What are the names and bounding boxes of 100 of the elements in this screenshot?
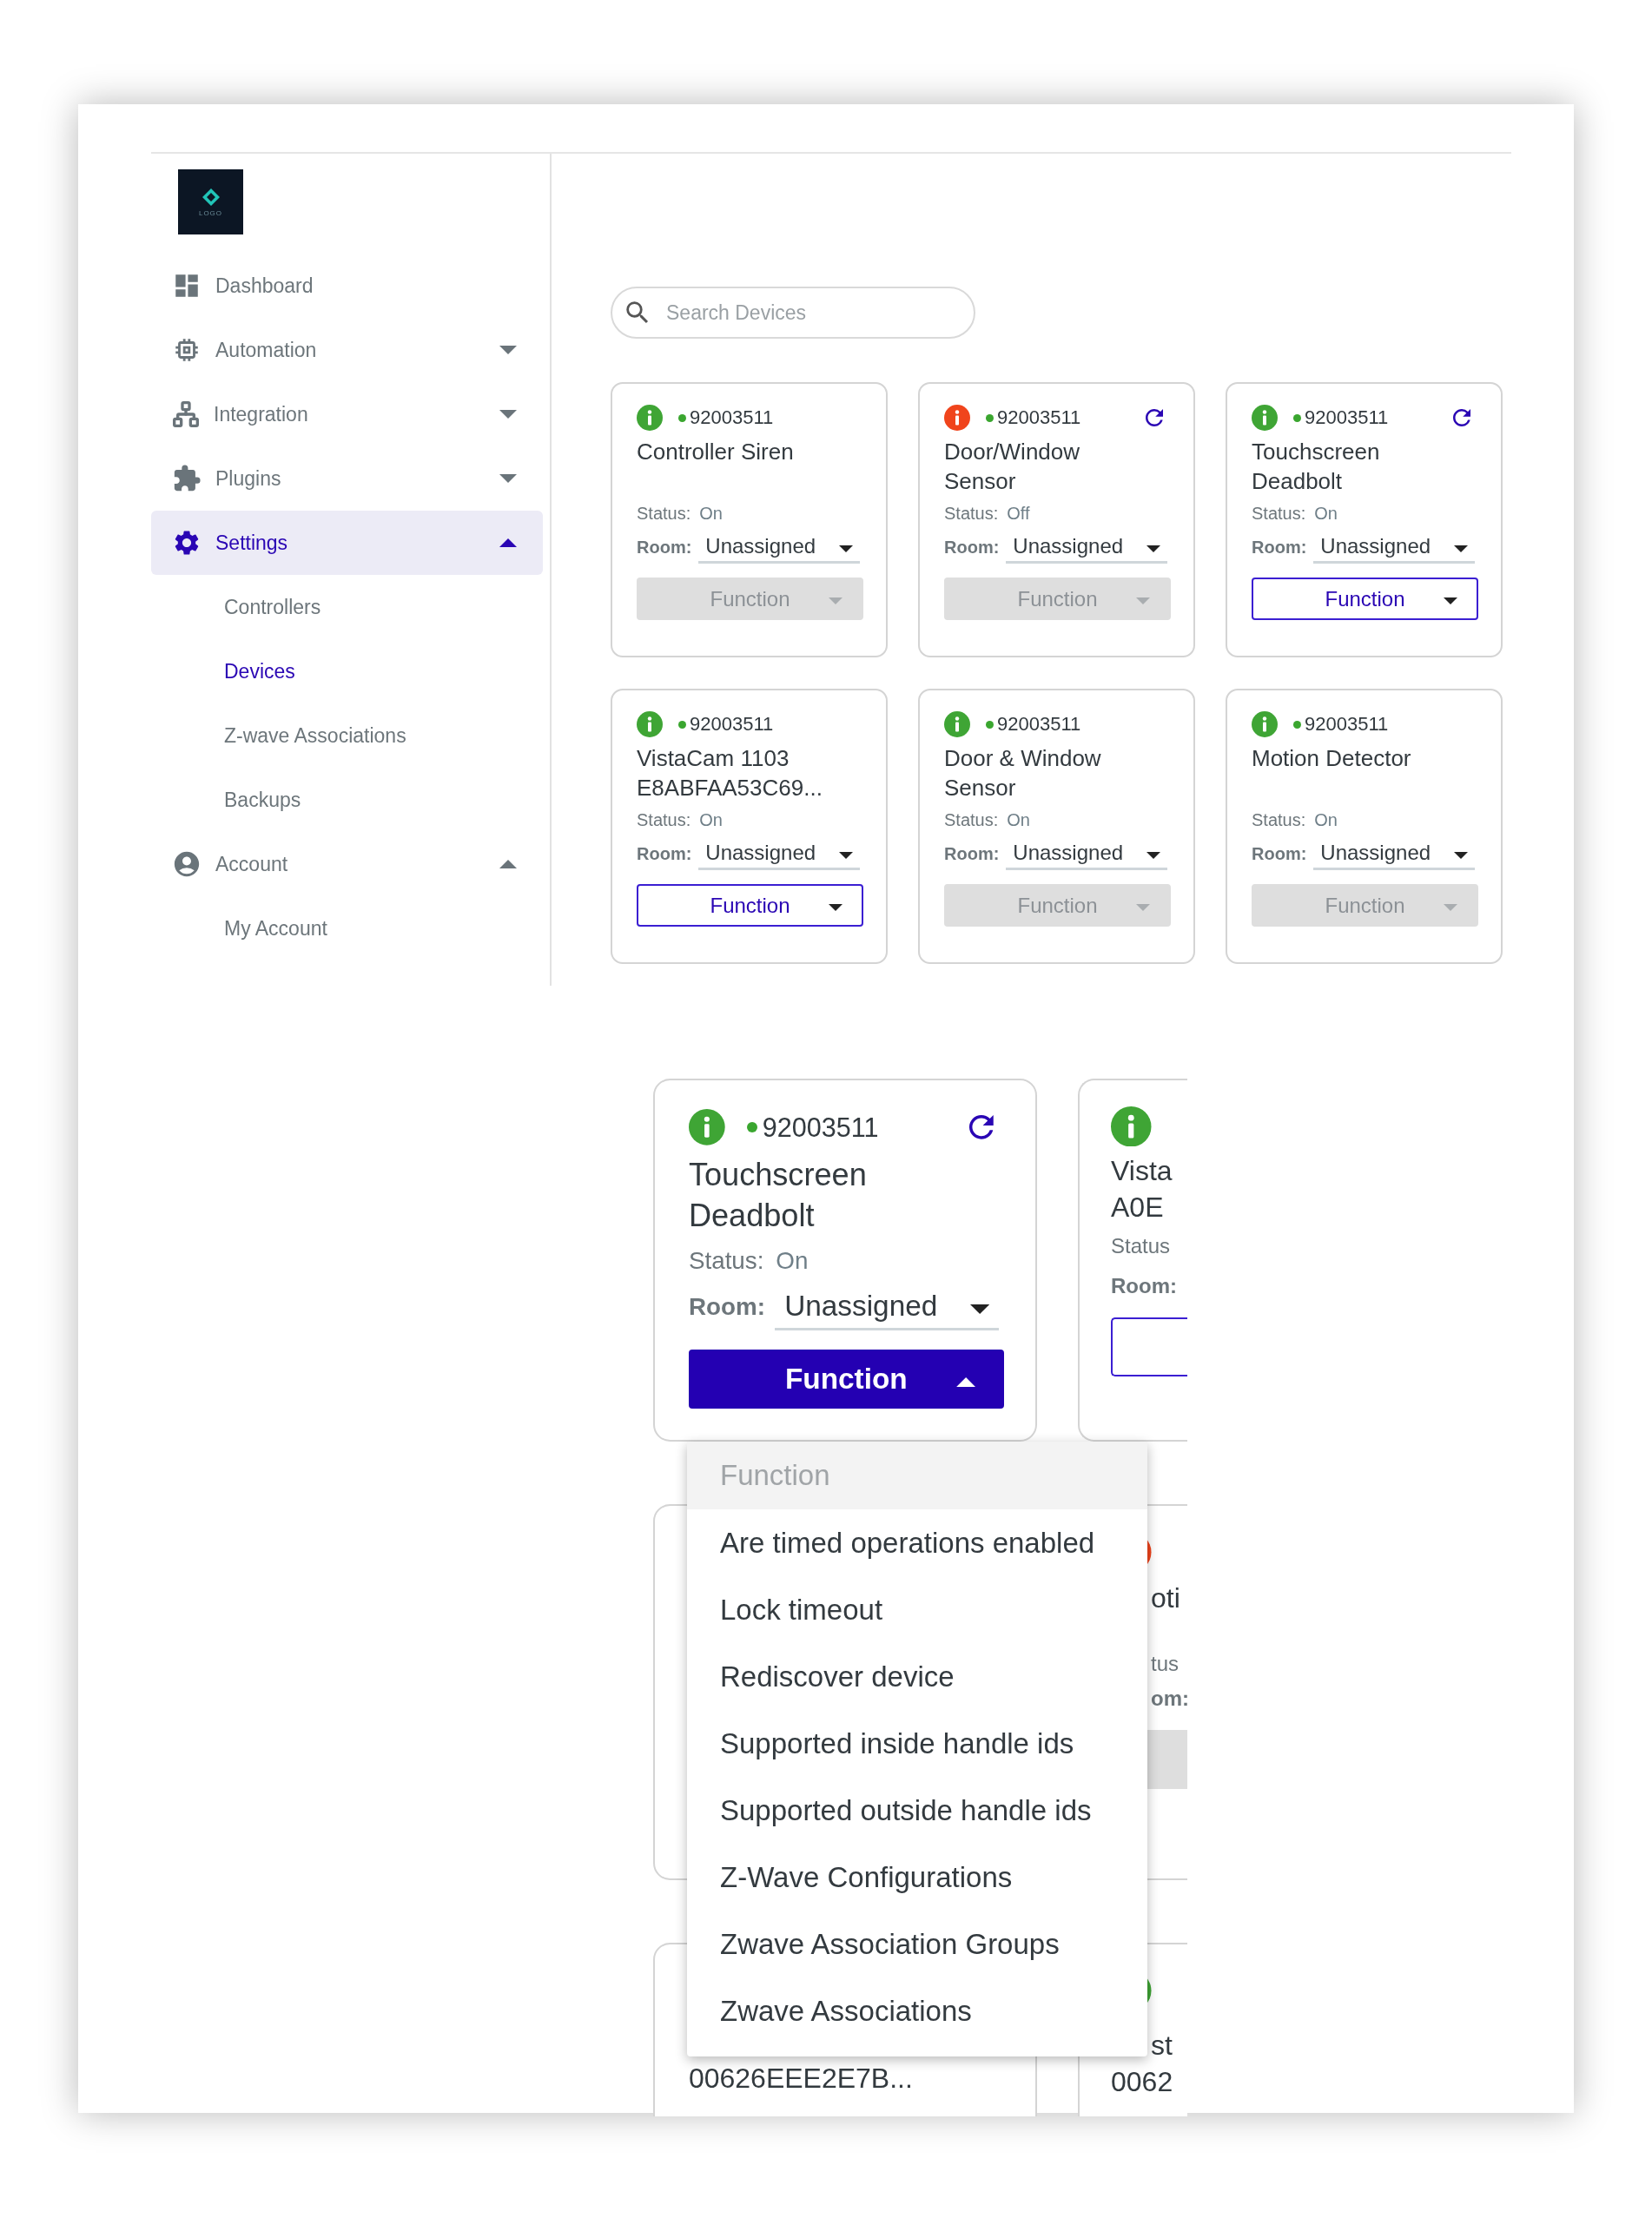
device-serial: 92003511 [1305,406,1390,429]
room-select[interactable]: Unassigned [775,1284,1000,1330]
room-label: Room: [637,537,692,558]
info-icon [1252,711,1278,737]
status-value: On [776,1246,809,1275]
device-name: VistaCam 1103 E8ABFAA53C69... [637,744,823,802]
status-value: On [699,504,723,524]
info-icon [944,405,970,431]
nav-subitem[interactable]: Devices [224,659,295,683]
device-serial: 92003511 [762,1112,880,1143]
function-button[interactable]: Function [1252,578,1478,620]
device-serial: 92003511 [690,713,775,736]
room-select[interactable]: Unassigned [698,837,860,870]
status-value: On [1314,810,1338,830]
device-name: Door & Window Sensor [944,744,1102,802]
diamond-icon [201,187,221,207]
device-name: Vista A0E [1111,1154,1173,1225]
room-label: Room: [1252,537,1307,558]
function-button[interactable]: Function [637,884,863,927]
account-icon [172,849,202,879]
nav-item[interactable]: Settings [151,511,543,575]
room-select[interactable]: Unassigned [1006,531,1167,564]
room-label: Room: [688,1293,765,1322]
caret-icon [1444,597,1457,604]
status-label: Status: [1252,810,1306,830]
device-serial: 92003511 [1305,713,1390,736]
status-value: Off [1007,504,1030,524]
device-name: 00626EEE2E7B... [688,2062,913,2096]
status-label: Status: [637,810,691,830]
caret-icon [1136,597,1150,604]
caret-icon [1146,545,1160,552]
device-name: Motion Detector [1252,744,1412,773]
caret-icon [969,1304,990,1315]
caret-icon [1136,903,1150,911]
status-label: Status: [944,504,999,524]
caret-icon [1454,851,1468,859]
search-field[interactable]: Search Devices [611,287,975,339]
info-icon [944,711,970,737]
room-select[interactable]: Unassigned [1313,531,1475,564]
caret-icon [955,1377,976,1388]
info-icon [688,1109,725,1146]
device-name: Touchscreen Deadbolt [688,1156,868,1236]
nav-subitem[interactable]: Z-wave Associations [224,723,406,748]
caret-icon [1444,903,1457,911]
menu-item[interactable]: Are timed operations enabled [687,1509,1147,1576]
menu-item[interactable]: Supported inside handle ids [687,1710,1147,1777]
caret-icon [1454,545,1468,552]
device-serial: 92003511 [690,406,775,429]
caret-icon [839,545,853,552]
puzzle-icon [172,464,202,493]
caret-icon [839,851,853,859]
room-label: Room: [1111,1274,1177,1299]
function-button[interactable]: Function [688,1349,1004,1409]
logo-text: LOGO [198,208,223,217]
room-select[interactable]: Unassigned [698,531,860,564]
room-label: om: [1151,1686,1187,1711]
caret-icon [499,410,517,419]
room-select[interactable]: Unassigned [1313,837,1475,870]
nav-item[interactable]: Integration [151,382,543,446]
nav-subitem[interactable]: My Account [224,916,327,941]
nav-subitem[interactable]: Controllers [224,595,321,619]
caret-icon [499,860,517,868]
device-serial: 92003511 [997,713,1082,736]
status-label: Status: [688,1246,764,1275]
device-name: Door/Window Sensor [944,438,1081,496]
function-button[interactable] [1111,1317,1187,1377]
info-icon [1111,1106,1152,1147]
nav-subitem[interactable]: Backups [224,788,301,812]
caret-icon [499,538,517,547]
nav-item[interactable]: Plugins [151,446,543,511]
info-icon [637,711,663,737]
menu-item[interactable]: Z-Wave Configurations [687,1844,1147,1911]
status-value: On [1314,504,1338,524]
status-value: On [1007,810,1030,830]
nav-item[interactable]: Account [151,832,543,896]
menu-item[interactable]: Zwave Association Groups [687,1911,1147,1977]
room-label: Room: [944,843,1000,864]
caret-icon [499,474,517,483]
room-label: Room: [1252,843,1307,864]
room-select[interactable]: Unassigned [1006,837,1167,870]
status-label: Status: [637,504,691,524]
caret-icon [829,597,843,604]
network-icon [172,400,200,428]
status-value: On [699,810,723,830]
status-label: Status: [1252,504,1306,524]
info-icon [1252,405,1278,431]
room-label: Room: [637,843,692,864]
caret-icon [499,346,517,354]
status-label: Status: [944,810,999,830]
device-name: oti [1151,1581,1180,1615]
menu-header: Function [687,1442,1147,1509]
room-label: Room: [944,537,1000,558]
nav-item[interactable]: Automation [151,318,543,382]
menu-item[interactable]: Rediscover device [687,1643,1147,1710]
info-icon [637,405,663,431]
device-name: Controller Siren [637,438,795,466]
caret-icon [829,903,843,911]
nav-item[interactable]: Dashboard [151,254,543,318]
menu-item[interactable]: Lock timeout [687,1576,1147,1643]
menu-item[interactable]: Supported outside handle ids [687,1777,1147,1844]
